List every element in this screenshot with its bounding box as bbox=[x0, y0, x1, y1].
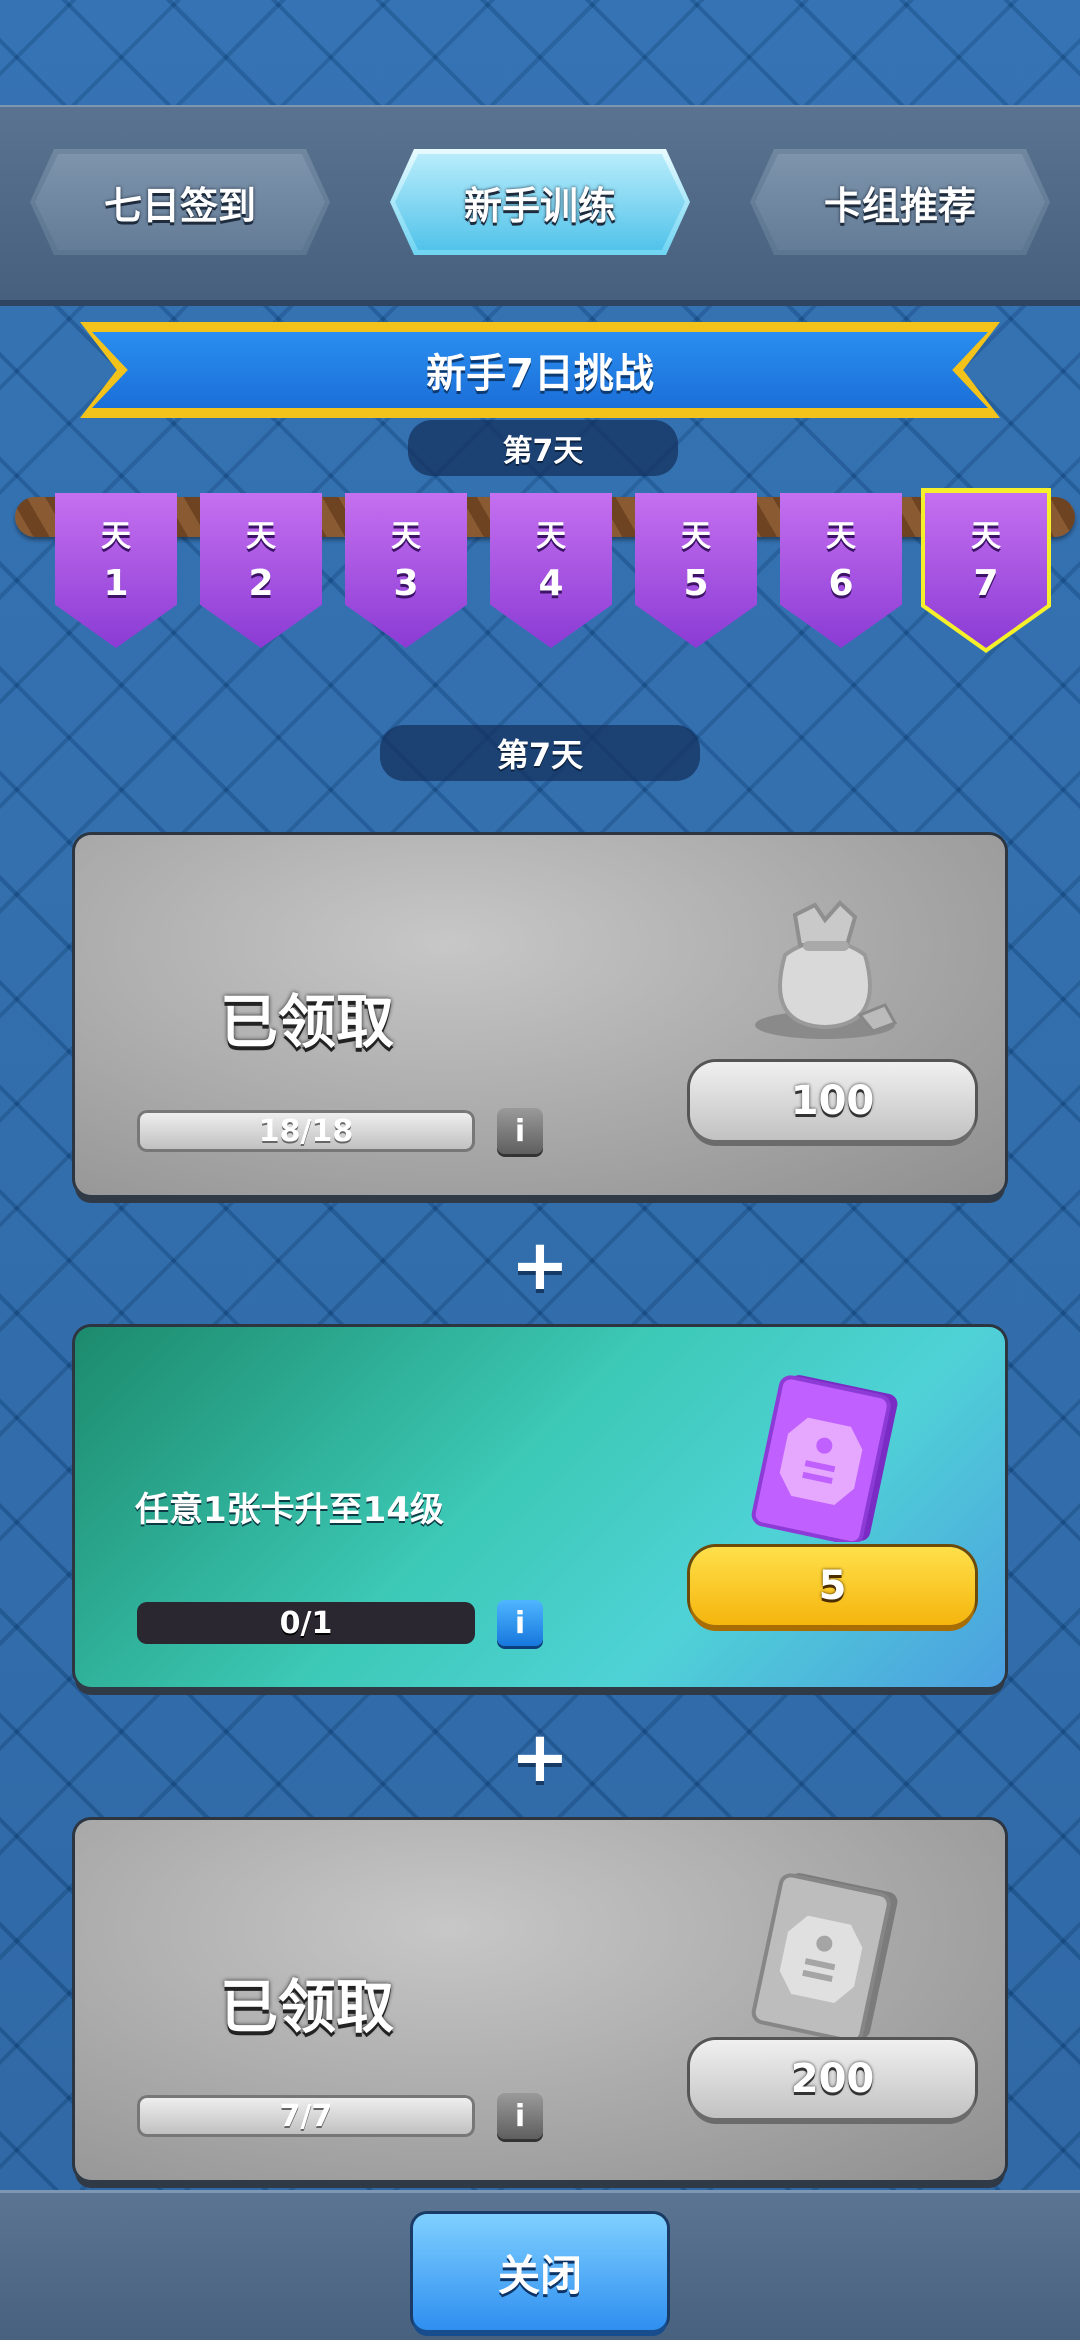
info-button[interactable]: i bbox=[497, 1108, 543, 1154]
reward-button[interactable]: 200 bbox=[690, 2040, 975, 2118]
day-flag-number: 2 bbox=[248, 563, 274, 604]
tab-bar: 七日签到 新手训练 卡组推荐 bbox=[0, 105, 1080, 300]
day-flag-label: 天 bbox=[826, 519, 856, 554]
progress-bar: 0/1 bbox=[137, 1602, 475, 1644]
day-flag-7[interactable]: 天 7 bbox=[925, 493, 1047, 648]
day-flag-label: 天 bbox=[971, 519, 1001, 554]
plus-icon: + bbox=[510, 1716, 570, 1798]
day-flag-2[interactable]: 天 2 bbox=[200, 493, 322, 648]
day-flag-label: 天 bbox=[246, 519, 276, 554]
day-flag-3[interactable]: 天 3 bbox=[345, 493, 467, 648]
gray-card-icon bbox=[751, 1873, 898, 2040]
day-flag-number: 3 bbox=[393, 563, 419, 604]
section-day-label: 第7天 bbox=[380, 725, 700, 781]
day-flag-1[interactable]: 天 1 bbox=[55, 493, 177, 648]
gold-bag-icon bbox=[755, 900, 898, 1039]
tab-label: 卡组推荐 bbox=[823, 183, 976, 228]
claimed-status: 已领取 bbox=[220, 988, 395, 1056]
tab-label: 新手训练 bbox=[463, 183, 616, 228]
day-flag-label: 天 bbox=[391, 519, 421, 554]
day-flag-number: 5 bbox=[683, 563, 709, 604]
task-card-3: 已领取 7/7 i 200 bbox=[75, 1820, 1005, 2180]
day-flag-label: 天 bbox=[101, 519, 131, 554]
task-card-2: 任意1张卡升至14级 0/1 i 5 bbox=[75, 1327, 1005, 1687]
day-flag-number: 6 bbox=[828, 563, 854, 604]
challenge-banner-title: 新手7日挑战 bbox=[92, 332, 988, 408]
progress-bar: 7/7 bbox=[137, 2095, 475, 2137]
claimed-status: 已领取 bbox=[220, 1973, 395, 2041]
current-day-label: 第7天 bbox=[408, 420, 678, 476]
day-flag-number: 1 bbox=[103, 563, 129, 604]
reward-button[interactable]: 5 bbox=[690, 1547, 975, 1625]
info-button[interactable]: i bbox=[497, 1600, 543, 1646]
day-flag-5[interactable]: 天 5 bbox=[635, 493, 757, 648]
purple-card-icon bbox=[751, 1375, 898, 1542]
close-button[interactable]: 关闭 bbox=[413, 2214, 667, 2330]
day-flag-4[interactable]: 天 4 bbox=[490, 493, 612, 648]
tab-seven-day-checkin[interactable]: 七日签到 bbox=[30, 149, 330, 255]
day-flag-6[interactable]: 天 6 bbox=[780, 493, 902, 648]
day-flag-label: 天 bbox=[681, 519, 711, 554]
task-description: 任意1张卡升至14级 bbox=[135, 1490, 444, 1530]
info-button[interactable]: i bbox=[497, 2093, 543, 2139]
day-flag-label: 天 bbox=[536, 519, 566, 554]
tab-label: 七日签到 bbox=[103, 183, 256, 228]
task-card-1: 已领取 18/18 i 100 bbox=[75, 835, 1005, 1195]
day-flag-number: 7 bbox=[973, 563, 999, 604]
day-flag-number: 4 bbox=[538, 563, 564, 604]
reward-button[interactable]: 100 bbox=[690, 1062, 975, 1140]
plus-icon: + bbox=[510, 1224, 570, 1306]
progress-bar: 18/18 bbox=[137, 1110, 475, 1152]
tab-deck-recommend[interactable]: 卡组推荐 bbox=[750, 149, 1050, 255]
tab-novice-training[interactable]: 新手训练 bbox=[390, 149, 690, 255]
